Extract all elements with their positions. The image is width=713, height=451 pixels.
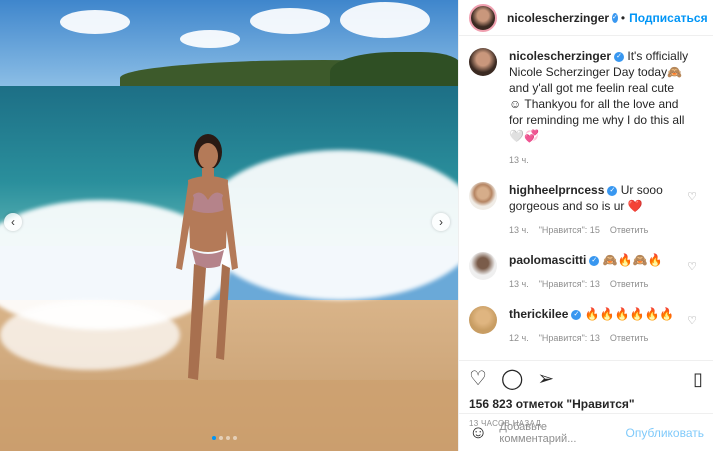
add-comment-bar: ☺ Добавьте комментарий... Опубликовать [459, 413, 713, 451]
photo-person [176, 134, 238, 380]
comment-time[interactable]: 12 ч. [509, 330, 529, 346]
instagram-post: ‹ › nicolescherzinger ✓ • Подписаться ni… [0, 0, 713, 451]
comment-item: highheelprncess ✓ Ur sooo gorgeous and so… [469, 182, 703, 238]
verified-icon: ✓ [589, 255, 600, 266]
likes-count[interactable]: 156 823 отметок "Нравится" [469, 397, 703, 411]
carousel-next-button[interactable]: › [432, 213, 450, 231]
carousel-indicator [212, 436, 237, 440]
caption-avatar[interactable] [469, 48, 497, 76]
photo-cloud [340, 2, 430, 38]
comment-time[interactable]: 13 ч. [509, 222, 529, 238]
carousel-prev-button[interactable]: ‹ [4, 213, 22, 231]
comment-username[interactable]: highheelprncess [509, 183, 604, 197]
smile-icon[interactable]: ☺ [469, 422, 487, 443]
author-avatar[interactable] [469, 3, 497, 32]
photo-cloud [250, 8, 330, 34]
share-icon[interactable]: ➢ [537, 369, 554, 389]
post-header: nicolescherzinger ✓ • Подписаться [459, 0, 713, 36]
comment-likes[interactable]: "Нравится": 15 [539, 222, 600, 238]
author-username[interactable]: nicolescherzinger [507, 11, 609, 25]
comment-item: therickilee ✓ 🔥🔥🔥🔥🔥🔥 12 ч. "Нравится": 13… [469, 306, 703, 346]
chevron-right-icon: › [439, 215, 443, 229]
post-side-panel: nicolescherzinger ✓ • Подписаться nicole… [458, 0, 713, 451]
caption-username[interactable]: nicolescherzinger [509, 49, 611, 63]
photo-cloud [60, 10, 130, 34]
separator-dot: • [620, 10, 626, 25]
reply-button[interactable]: Ответить [610, 330, 648, 346]
chevron-left-icon: ‹ [11, 215, 15, 229]
post-photo[interactable]: ‹ › [0, 0, 458, 451]
comment-text: 🔥🔥🔥🔥🔥🔥 [584, 307, 675, 321]
carousel-dot [226, 436, 230, 440]
comment-item: paolomascitti ✓ 🙈🔥🙈🔥 13 ч. "Нравится": 13… [469, 252, 703, 292]
carousel-dot [233, 436, 237, 440]
comment-input[interactable]: Добавьте комментарий... [499, 421, 625, 445]
carousel-dot [219, 436, 223, 440]
verified-icon: ✓ [571, 309, 582, 320]
comment-icon[interactable]: ◯ [501, 369, 523, 389]
heart-icon[interactable]: ♡ [469, 369, 487, 389]
verified-icon: ✓ [607, 185, 618, 196]
caption-text: It's officially Nicole Scherzinger Day t… [509, 49, 689, 143]
reply-button[interactable]: Ответить [610, 276, 648, 292]
photo-wave-foam [0, 300, 180, 370]
comment-like-heart-icon[interactable]: ♡ [687, 314, 697, 327]
comments-list: nicolescherzinger ✓ It's officially Nicol… [459, 36, 713, 360]
comment-time[interactable]: 13 ч. [509, 276, 529, 292]
comment-likes[interactable]: "Нравится": 13 [539, 330, 600, 346]
comment-username[interactable]: paolomascitti [509, 253, 586, 267]
reply-button[interactable]: Ответить [610, 222, 648, 238]
comment-like-heart-icon[interactable]: ♡ [687, 260, 697, 273]
comment-avatar[interactable] [469, 306, 497, 334]
caption: nicolescherzinger ✓ It's officially Nicol… [469, 48, 703, 168]
comment-likes[interactable]: "Нравится": 13 [539, 276, 600, 292]
caption-time[interactable]: 13 ч. [509, 152, 529, 168]
carousel-dot [212, 436, 216, 440]
post-actions: ♡ ◯ ➢ ▯ 156 823 отметок "Нравится" 13 ЧА… [459, 360, 713, 451]
comment-like-heart-icon[interactable]: ♡ [687, 190, 697, 203]
photo-cloud [180, 30, 240, 48]
comment-avatar[interactable] [469, 252, 497, 280]
comment-avatar[interactable] [469, 182, 497, 210]
verified-icon: ✓ [612, 12, 618, 23]
comment-username[interactable]: therickilee [509, 307, 568, 321]
publish-button[interactable]: Опубликовать [626, 426, 704, 440]
verified-icon: ✓ [614, 51, 625, 62]
follow-button[interactable]: Подписаться [629, 11, 707, 25]
bookmark-icon[interactable]: ▯ [693, 369, 703, 390]
comment-text: 🙈🔥🙈🔥 [602, 253, 663, 267]
